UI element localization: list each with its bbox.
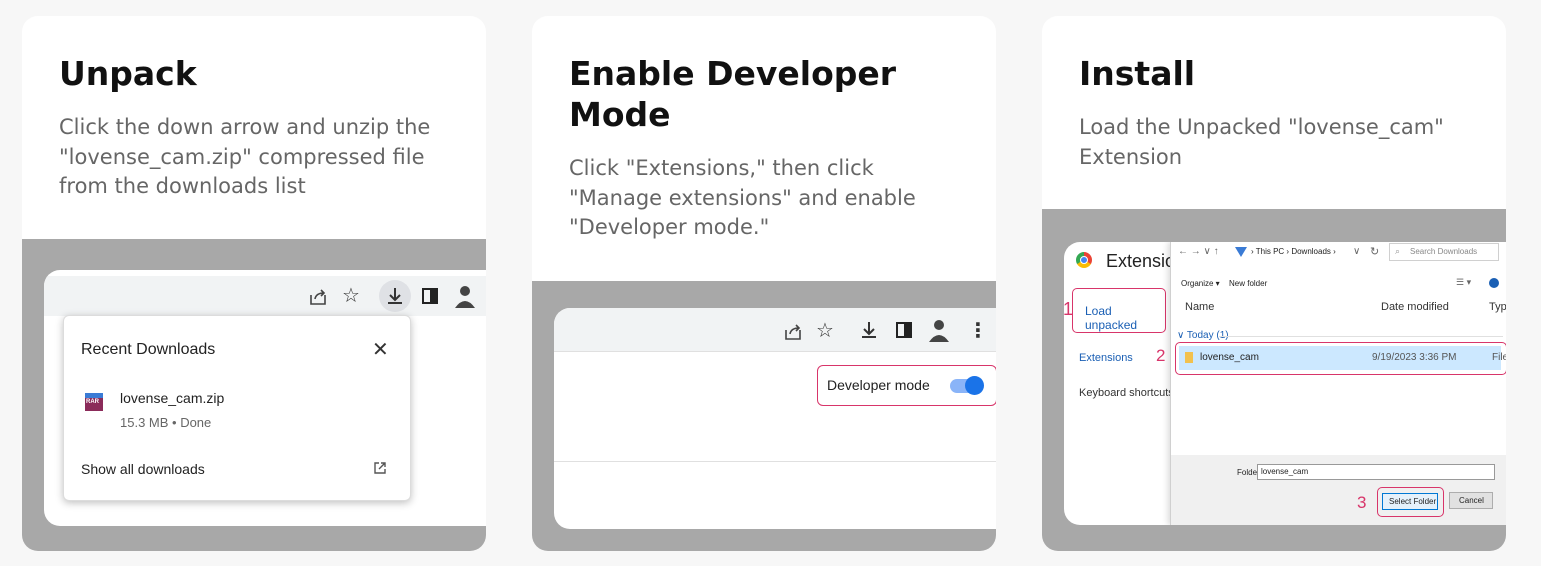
dialog-footer: Folder: lovense_cam 3 Select Folder Canc… — [1171, 455, 1506, 525]
card-title: Install — [1079, 54, 1196, 93]
column-date-modified[interactable]: Date modified — [1381, 301, 1449, 313]
card-install: Install Load the Unpacked "lovense_cam" … — [1042, 16, 1506, 551]
search-icon: ⌕ — [1395, 246, 1401, 256]
developer-mode-toggle[interactable] — [950, 376, 984, 395]
step-3-number: 3 — [1357, 493, 1367, 512]
popup-title: Recent Downloads — [81, 341, 216, 358]
developer-mode-label: Developer mode — [827, 377, 930, 393]
folder-row[interactable]: lovense_cam 9/19/2023 3:36 PM File — [1179, 346, 1506, 370]
folder-name-input[interactable]: lovense_cam — [1257, 464, 1495, 480]
select-folder-button[interactable]: Select Folder — [1382, 493, 1438, 510]
column-name[interactable]: Name — [1185, 301, 1214, 313]
folder-row-highlight: lovense_cam 9/19/2023 3:36 PM File — [1175, 342, 1506, 375]
downloads-popup: Recent Downloads ✕ RAR lovense_cam.zip 1… — [63, 315, 411, 501]
screenshot-developer-mode: ☆ ⋮ Developer mode — [532, 281, 996, 551]
divider — [554, 461, 996, 462]
new-folder-button[interactable]: New folder — [1229, 279, 1267, 288]
group-divider — [1219, 336, 1503, 337]
developer-mode-highlight: Developer mode — [817, 365, 996, 406]
card-title: Enable Developer Mode — [569, 54, 897, 134]
chrome-logo-icon — [1076, 252, 1092, 268]
browser-toolbar — [44, 276, 486, 316]
toggle-knob — [965, 376, 984, 395]
side-extensions-link[interactable]: Extensions — [1079, 352, 1133, 364]
browser-window: ☆ ⋮ Developer mode — [554, 308, 996, 529]
breadcrumb-dropdown[interactable]: ∨ — [1353, 246, 1360, 257]
cancel-button[interactable]: Cancel — [1449, 492, 1493, 509]
downloads-folder-icon — [1235, 247, 1247, 257]
show-all-downloads-link[interactable]: Show all downloads — [81, 461, 205, 477]
card-description: Load the Unpacked "lovense_cam" Extensio… — [1079, 115, 1444, 169]
share-icon[interactable] — [783, 322, 803, 342]
side-panel-icon[interactable] — [896, 322, 912, 338]
download-icon[interactable] — [385, 286, 405, 306]
card-description: Click the down arrow and unzip the "love… — [59, 115, 431, 198]
card-title: Unpack — [59, 54, 197, 93]
breadcrumb[interactable]: › This PC › Downloads › — [1251, 247, 1336, 256]
file-meta: 15.3 MB • Done — [120, 415, 212, 430]
share-icon[interactable] — [308, 287, 328, 307]
side-panel-icon[interactable] — [422, 288, 438, 304]
help-icon[interactable] — [1489, 278, 1499, 288]
archive-file-icon: RAR — [85, 393, 103, 411]
more-menu-icon[interactable]: ⋮ — [968, 318, 988, 342]
view-options-icon[interactable]: ☰ ▾ — [1456, 277, 1471, 288]
extensions-window: Extensions 1 Load unpacked Extensions Ke… — [1064, 242, 1506, 525]
card-unpack: Unpack Click the down arrow and unzip th… — [22, 16, 486, 551]
card-developer-mode: Enable Developer Mode Click "Extensions,… — [532, 16, 996, 551]
nav-arrows[interactable]: ← → ∨ ↑ — [1178, 246, 1219, 257]
star-icon[interactable]: ☆ — [816, 318, 834, 342]
star-icon[interactable]: ☆ — [342, 283, 360, 307]
open-external-icon[interactable] — [373, 461, 387, 475]
browser-window: ☆ Recent Downloads ✕ RAR lovense_cam.zip… — [44, 270, 486, 526]
select-folder-dialog: ← → ∨ ↑ › This PC › Downloads › ∨ ↻ ⌕ Se… — [1156, 242, 1506, 525]
search-downloads-input[interactable]: ⌕ Search Downloads — [1389, 243, 1499, 261]
close-icon[interactable]: ✕ — [372, 337, 389, 362]
select-folder-highlight: Select Folder — [1377, 487, 1444, 517]
load-unpacked-button[interactable]: Load unpacked — [1072, 288, 1166, 333]
folder-icon — [1185, 352, 1193, 363]
side-keyboard-shortcuts-link[interactable]: Keyboard shortcuts — [1079, 387, 1174, 399]
profile-icon[interactable] — [928, 318, 950, 342]
refresh-icon[interactable]: ↻ — [1370, 245, 1379, 258]
file-name[interactable]: lovense_cam.zip — [120, 390, 224, 406]
screenshot-install: Extensions 1 Load unpacked Extensions Ke… — [1042, 209, 1506, 551]
download-icon[interactable] — [859, 320, 879, 340]
screenshot-downloads: ☆ Recent Downloads ✕ RAR lovense_cam.zip… — [22, 239, 486, 551]
organize-menu[interactable]: Organize ▾ — [1181, 279, 1220, 288]
profile-icon[interactable] — [454, 284, 476, 308]
column-type[interactable]: Typ — [1489, 301, 1506, 313]
step-2-number: 2 — [1156, 346, 1166, 365]
card-description: Click "Extensions," then click "Manage e… — [569, 156, 916, 239]
